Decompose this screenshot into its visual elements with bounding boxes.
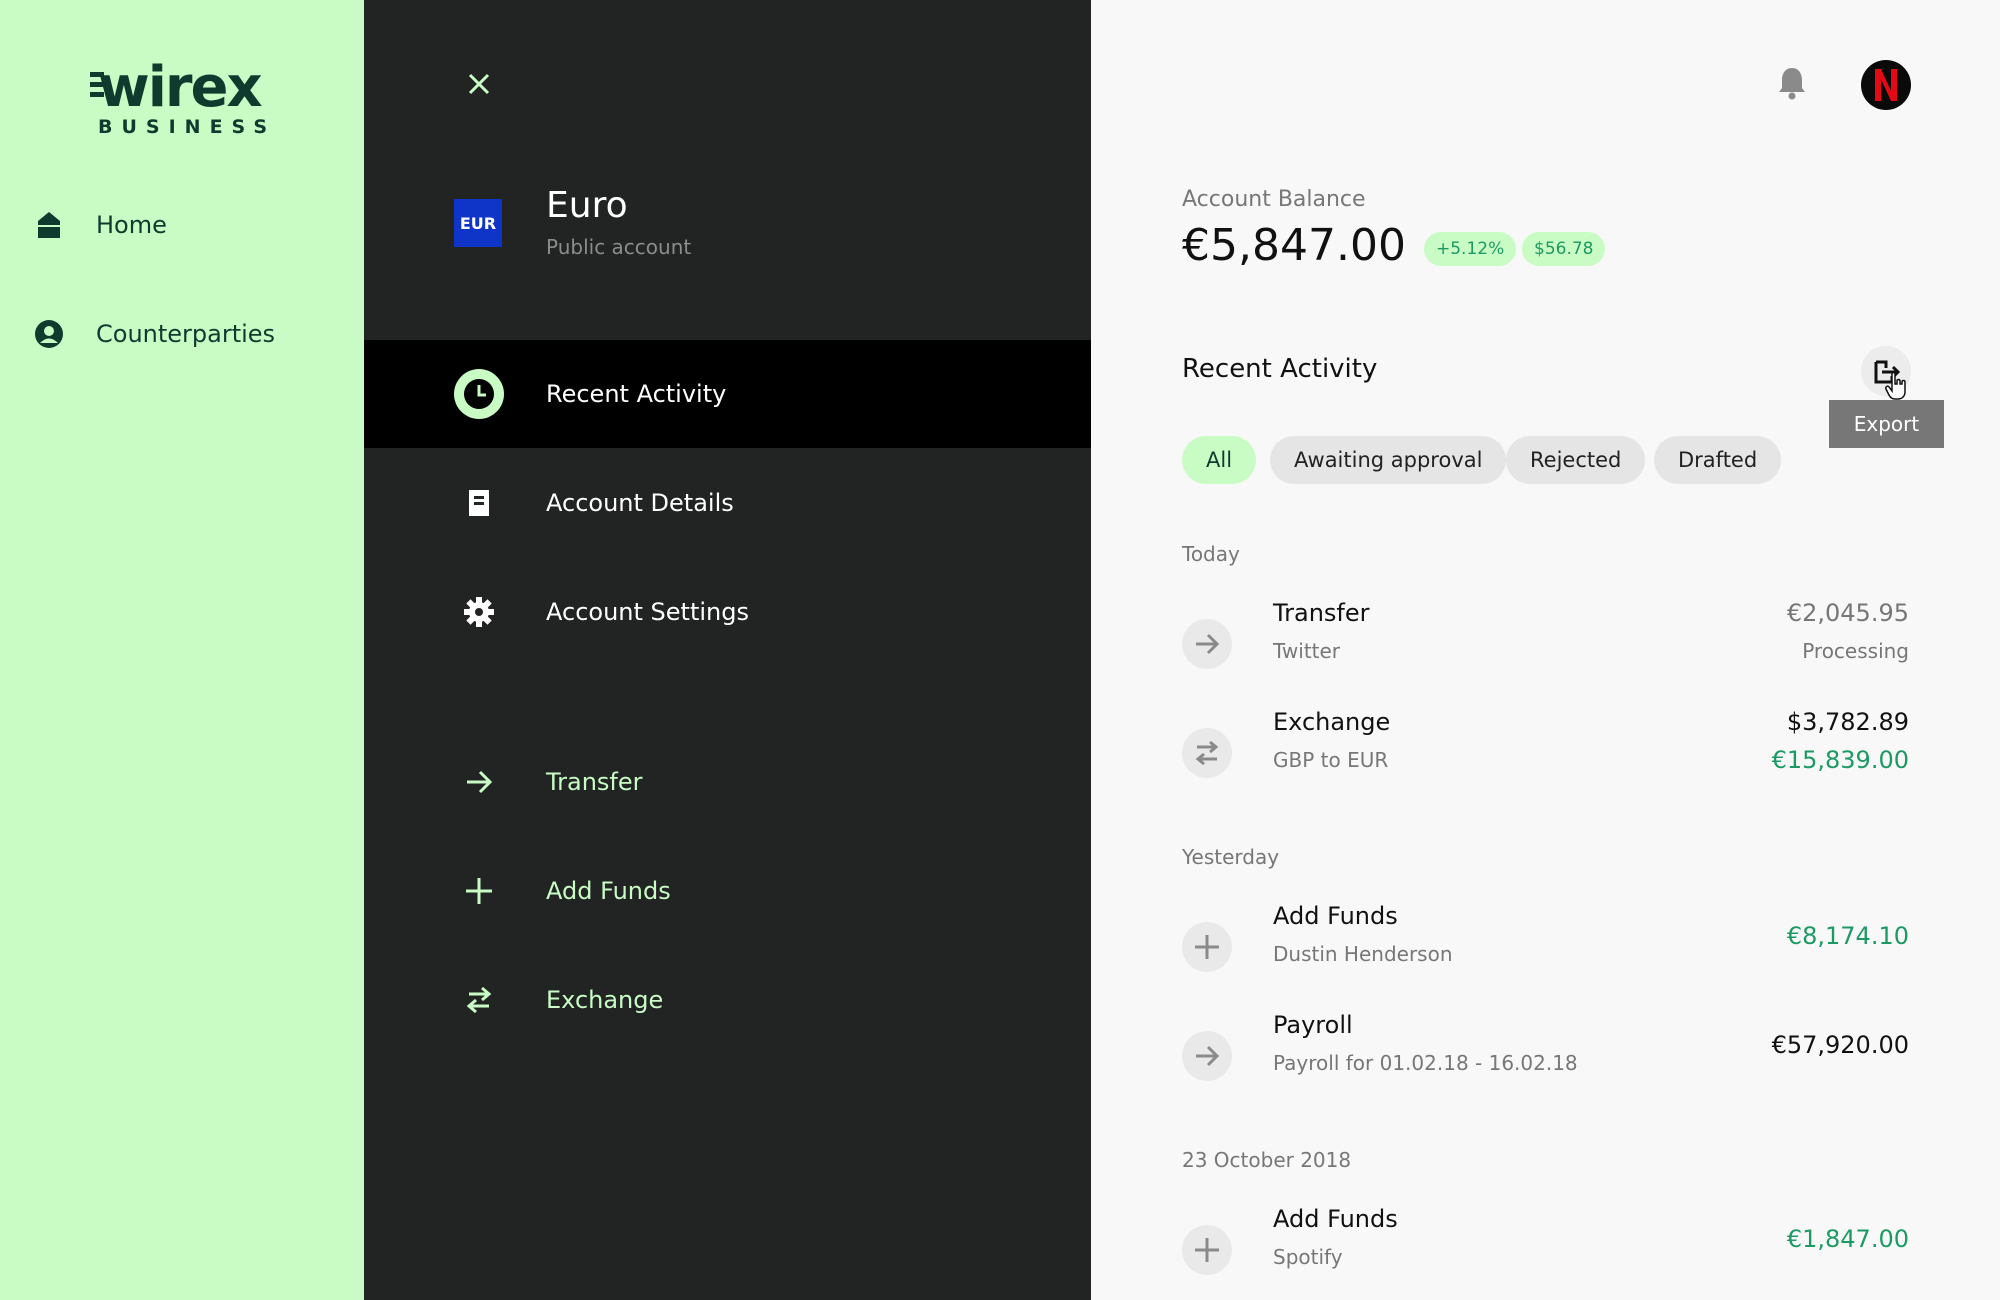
list-item[interactable]: Payroll Payroll for 01.02.18 - 16.02.18 …	[1182, 1011, 1909, 1101]
transaction-amount-converted: €15,839.00	[1771, 746, 1909, 774]
list-item[interactable]: Exchange GBP to EUR $3,782.89 €15,839.00	[1182, 708, 1909, 798]
account-name: Euro	[546, 185, 628, 226]
logo-wordmark: wirex	[98, 55, 263, 120]
transaction-subtitle: Twitter	[1273, 639, 1341, 663]
sidebar-item-counterparties[interactable]: Counterparties	[34, 314, 275, 354]
account-panel: EUR Euro Public account Recent Activity …	[364, 0, 1091, 1300]
plus-icon	[1182, 922, 1232, 972]
action-exchange[interactable]: Exchange	[364, 946, 1091, 1054]
list-item[interactable]: Transfer Twitter €2,045.95 Processing	[1182, 599, 1909, 689]
gear-icon	[454, 587, 504, 637]
account-type: Public account	[546, 235, 692, 259]
home-icon	[34, 210, 64, 240]
action-label: Exchange	[546, 986, 664, 1014]
menu-label: Account Details	[546, 489, 734, 517]
wirex-business-logo[interactable]: wirex BUSINESS	[90, 58, 280, 138]
filter-awaiting-approval[interactable]: Awaiting approval	[1270, 436, 1507, 484]
avatar[interactable]	[1861, 60, 1911, 110]
action-add-funds[interactable]: Add Funds	[364, 837, 1091, 945]
close-button[interactable]	[461, 66, 497, 102]
menu-account-settings[interactable]: Account Settings	[364, 558, 1091, 666]
arrow-right-icon	[454, 757, 504, 807]
change-amount-badge: $56.78	[1522, 232, 1606, 266]
action-label: Transfer	[546, 768, 643, 796]
transaction-amount: €1,847.00	[1786, 1225, 1909, 1253]
exchange-icon	[1182, 728, 1232, 778]
export-tooltip: Export	[1829, 400, 1944, 448]
transaction-title: Exchange	[1273, 708, 1391, 736]
exchange-icon	[454, 975, 504, 1025]
sidebar: wirex BUSINESS Home Counterparties	[0, 0, 364, 1300]
sidebar-item-label: Home	[96, 211, 167, 239]
menu-recent-activity[interactable]: Recent Activity	[364, 340, 1091, 448]
transaction-amount: €57,920.00	[1771, 1031, 1909, 1059]
currency-badge: EUR	[454, 199, 502, 247]
action-transfer[interactable]: Transfer	[364, 728, 1091, 836]
arrow-right-icon	[1182, 1031, 1232, 1081]
transaction-title: Payroll	[1273, 1011, 1353, 1039]
balance-label: Account Balance	[1182, 187, 1366, 212]
section-title: Recent Activity	[1182, 354, 1378, 384]
transaction-status: Processing	[1802, 639, 1909, 663]
main-content: Account Balance €5,847.00 +5.12% $56.78 …	[1091, 0, 2000, 1300]
transaction-amount: $3,782.89	[1786, 708, 1909, 736]
list-item[interactable]: Add Funds Dustin Henderson €8,174.10	[1182, 902, 1909, 992]
balance-value: €5,847.00	[1182, 220, 1406, 271]
action-label: Add Funds	[546, 877, 671, 905]
clock-icon	[454, 369, 504, 419]
filter-rejected[interactable]: Rejected	[1506, 436, 1646, 484]
netflix-logo-icon	[1875, 69, 1897, 101]
transaction-amount: €8,174.10	[1786, 922, 1909, 950]
arrow-right-icon	[1182, 619, 1232, 669]
filter-all[interactable]: All	[1182, 436, 1257, 484]
transaction-title: Add Funds	[1273, 1205, 1398, 1233]
menu-label: Recent Activity	[546, 380, 727, 408]
change-percent-badge: +5.12%	[1424, 232, 1517, 266]
close-icon	[468, 73, 490, 95]
group-label-yesterday: Yesterday	[1182, 845, 1280, 869]
menu-account-details[interactable]: Account Details	[364, 449, 1091, 557]
filter-drafted[interactable]: Drafted	[1654, 436, 1782, 484]
menu-label: Account Settings	[546, 598, 749, 626]
sidebar-item-home[interactable]: Home	[34, 205, 167, 245]
transaction-subtitle: Payroll for 01.02.18 - 16.02.18	[1273, 1051, 1578, 1075]
hand-cursor-icon	[1885, 372, 1906, 400]
plus-icon	[454, 866, 504, 916]
document-icon	[454, 478, 504, 528]
transaction-subtitle: GBP to EUR	[1273, 748, 1389, 772]
transaction-amount: €2,045.95	[1786, 599, 1909, 627]
transaction-title: Add Funds	[1273, 902, 1398, 930]
plus-icon	[1182, 1225, 1232, 1275]
transaction-subtitle: Spotify	[1273, 1245, 1343, 1269]
sidebar-item-label: Counterparties	[96, 320, 276, 348]
notification-bell-icon[interactable]	[1777, 66, 1807, 100]
group-label-today: Today	[1182, 542, 1240, 566]
transaction-subtitle: Dustin Henderson	[1273, 942, 1453, 966]
user-circle-icon	[34, 319, 64, 349]
list-item[interactable]: Add Funds Spotify €1,847.00	[1182, 1205, 1909, 1295]
group-label-date: 23 October 2018	[1182, 1148, 1352, 1172]
logo-submark: BUSINESS	[98, 116, 277, 138]
transaction-title: Transfer	[1273, 599, 1370, 627]
